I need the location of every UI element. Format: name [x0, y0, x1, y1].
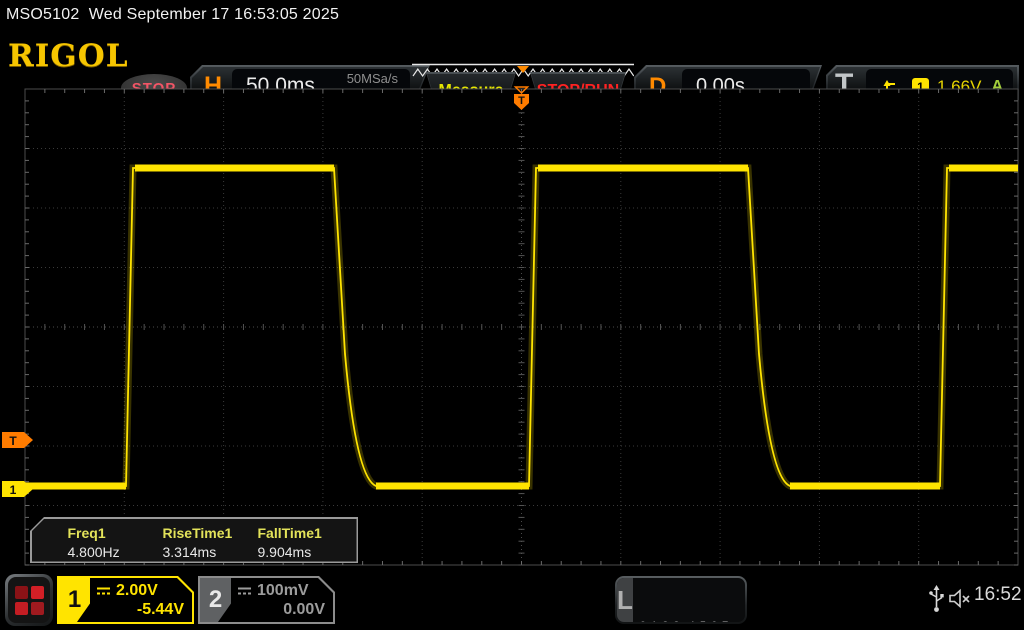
channel2-status[interactable]: 2 100mV 0.00V	[198, 576, 335, 624]
title-bar: MSO5102 Wed September 17 16:53:05 2025	[0, 0, 1024, 30]
function-grid-button[interactable]	[5, 574, 53, 626]
clock: 16:52	[974, 584, 1022, 606]
usb-icon	[928, 585, 945, 613]
waveform-display: T T 1	[0, 84, 1024, 570]
channel2-number-tab: 2	[200, 578, 231, 622]
measurement-panel[interactable]: Freq1 4.800Hz RiseTime1 3.314ms FallTime…	[30, 517, 358, 563]
measurement-falltime: FallTime1 9.904ms	[258, 519, 353, 562]
graticule	[25, 89, 1018, 565]
trigger-level-label: T	[9, 434, 17, 448]
logic-label: L	[617, 578, 633, 622]
grid-icon	[8, 577, 50, 623]
logic-channel-numbers: 0 1 2 3 4 5 6 7 8 9 1011 12131415	[633, 578, 745, 622]
channel1-marker-label: 1	[10, 483, 17, 497]
header-bar: RIGOL STOP H 50.0ms 50MSa/s 25Mpts Measu…	[0, 30, 1024, 84]
channel1-scale: 2.00V	[116, 582, 158, 600]
dc-coupling-icon	[237, 586, 252, 596]
measurement-freq: Freq1 4.800Hz	[68, 519, 163, 562]
rigol-logo: RIGOL	[8, 38, 129, 74]
channel1-status[interactable]: 1 2.00V -5.44V	[57, 576, 194, 624]
measurement-risetime: RiseTime1 3.314ms	[163, 519, 258, 562]
dc-coupling-icon	[96, 586, 111, 596]
logic-channels-status[interactable]: L 0 1 2 3 4 5 6 7 8 9 1011 12131415	[615, 576, 747, 624]
trigger-position-label: T	[518, 95, 525, 107]
speaker-muted-icon	[948, 587, 972, 611]
channel1-number-tab: 1	[59, 578, 90, 622]
bottom-status-bar: 1 2.00V -5.44V 2	[0, 570, 1024, 630]
channel1-offset: -5.44V	[96, 601, 184, 619]
model-and-datetime: MSO5102 Wed September 17 16:53:05 2025	[6, 6, 339, 24]
channel2-offset: 0.00V	[237, 601, 325, 619]
channel2-scale: 100mV	[257, 582, 309, 600]
